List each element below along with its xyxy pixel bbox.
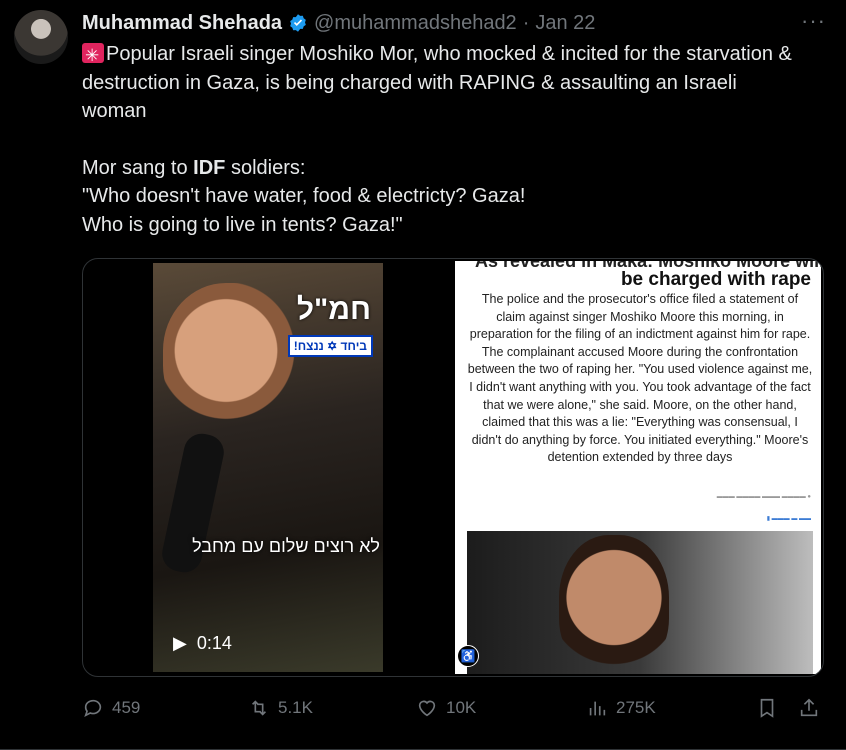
video-person xyxy=(163,283,303,433)
share-icon xyxy=(800,698,818,717)
tweet-line-1: Popular Israeli singer Moshiko Mor, who … xyxy=(82,43,792,122)
bookmark-button[interactable] xyxy=(756,697,778,719)
verified-badge-icon xyxy=(288,13,308,33)
views-count: 275K xyxy=(616,698,656,717)
video-duration: 0:14 xyxy=(196,633,232,653)
heart-icon xyxy=(418,700,436,717)
article-meta: ▬▬▬ ▬▬▬▬ ▬▬▬ ▬▬▬▬ ● xyxy=(716,494,811,500)
views-button[interactable]: 275K xyxy=(586,697,656,719)
action-bar: 459 5.1K 10K 275K xyxy=(82,697,824,723)
share-button[interactable] xyxy=(798,697,820,719)
tweet-text: Popular Israeli singer Moshiko Mor, who … xyxy=(82,40,802,239)
repost-count: 5.1K xyxy=(278,698,313,717)
tweet-line-4: Who is going to live in tents? Gaza!" xyxy=(82,213,403,236)
accessibility-icon[interactable]: ♿ xyxy=(457,645,479,667)
article-photo xyxy=(467,531,813,674)
video-player[interactable]: חמ"ל ביחד ✡ ננצח! לא רוצים שלום עם מחבל … xyxy=(153,263,383,672)
video-overlay-title: חמ"ל xyxy=(296,293,371,326)
like-button[interactable]: 10K xyxy=(416,697,476,719)
avatar[interactable] xyxy=(14,10,68,64)
tweet-header: Muhammad Shehada @muhammadshehad2 · Jan … xyxy=(82,8,826,36)
siren-emoji-icon xyxy=(82,42,104,71)
author-handle[interactable]: @muhammadshehad2 xyxy=(314,12,517,35)
bookmark-icon xyxy=(760,698,774,718)
author-name[interactable]: Muhammad Shehada xyxy=(82,12,282,35)
reply-count: 459 xyxy=(112,698,141,717)
video-caption: לא רוצים שלום עם מחבל xyxy=(192,536,380,556)
like-count: 10K xyxy=(446,698,477,717)
repost-icon xyxy=(251,700,267,716)
tweet-line-2-prefix: Mor sang to xyxy=(82,156,194,179)
tweet-line-2-bold: IDF xyxy=(193,156,226,179)
article-share-bar: ▮ ▬▬▬ ▬ ▬▬ xyxy=(766,516,811,522)
tweet-line-3: "Who doesn't have water, food & electric… xyxy=(82,185,526,207)
article-body: The police and the prosecutor's office f… xyxy=(467,292,813,465)
play-control[interactable]: ▶ 0:14 xyxy=(173,633,232,654)
article-image[interactable]: As revealed in Maka: Moshiko Moore will … xyxy=(455,261,821,674)
tweet-line-2-suffix: soldiers: xyxy=(225,156,306,179)
reply-icon xyxy=(84,699,102,717)
more-options-icon[interactable]: ··· xyxy=(801,8,826,34)
separator-dot: · xyxy=(522,11,530,34)
video-flag-tag: ביחד ✡ ננצח! xyxy=(287,335,373,357)
views-icon xyxy=(589,701,606,716)
photo-person xyxy=(559,535,669,674)
reply-button[interactable]: 459 xyxy=(82,697,140,719)
repost-button[interactable]: 5.1K xyxy=(248,697,313,719)
play-icon[interactable]: ▶ xyxy=(173,633,187,654)
article-headline: be charged with rape xyxy=(620,269,811,290)
tweet-date[interactable]: Jan 22 xyxy=(535,12,595,35)
media-container[interactable]: חמ"ל ביחד ✡ ננצח! לא רוצים שלום עם מחבל … xyxy=(82,258,824,677)
